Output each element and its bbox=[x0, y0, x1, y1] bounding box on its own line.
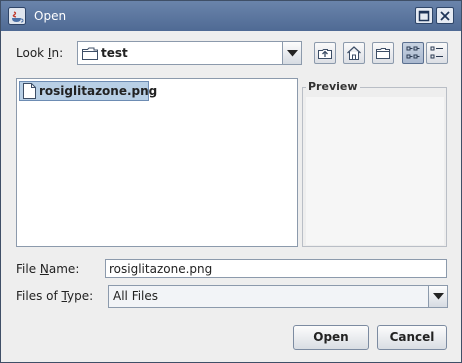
file-type-dropdown-button[interactable] bbox=[428, 285, 448, 308]
file-type-label: Files of Type: bbox=[16, 289, 94, 303]
close-icon bbox=[440, 11, 450, 21]
open-button[interactable]: Open bbox=[293, 325, 369, 350]
file-list[interactable]: rosiglitazone.png bbox=[16, 78, 298, 247]
chevron-down-icon bbox=[287, 50, 298, 57]
chevron-down-icon bbox=[433, 293, 444, 300]
up-one-level-button[interactable] bbox=[314, 42, 336, 64]
close-button[interactable] bbox=[436, 7, 454, 24]
folder-icon bbox=[82, 47, 98, 60]
maximize-button[interactable] bbox=[415, 7, 433, 24]
file-name-field[interactable]: rosiglitazone.png bbox=[105, 259, 447, 278]
file-type-combobox[interactable]: All Files bbox=[108, 285, 448, 308]
title-bar[interactable]: Open bbox=[1, 1, 461, 31]
file-name-label: File Name: bbox=[16, 262, 80, 276]
open-dialog: Open Look In: test rosiglitazone.png Pre… bbox=[0, 0, 462, 363]
up-one-level-icon bbox=[318, 49, 332, 59]
list-view-button[interactable] bbox=[402, 42, 424, 64]
look-in-combobox[interactable]: test bbox=[77, 41, 302, 65]
new-folder-button[interactable] bbox=[372, 42, 394, 64]
file-icon bbox=[23, 83, 36, 99]
preview-title: Preview bbox=[306, 80, 360, 93]
cancel-button[interactable]: Cancel bbox=[377, 325, 447, 350]
new-folder-icon bbox=[376, 48, 390, 59]
details-view-button[interactable] bbox=[426, 42, 448, 64]
look-in-dropdown-button[interactable] bbox=[282, 41, 302, 65]
file-type-value: All Files bbox=[113, 289, 159, 303]
window-title: Open bbox=[34, 9, 67, 23]
details-view-icon bbox=[430, 46, 443, 59]
list-view-icon bbox=[406, 46, 420, 59]
maximize-icon bbox=[418, 10, 430, 22]
home-button[interactable] bbox=[343, 42, 365, 64]
home-icon bbox=[347, 46, 361, 60]
look-in-label: Look In: bbox=[16, 46, 64, 60]
file-list-item[interactable]: rosiglitazone.png bbox=[19, 81, 157, 101]
file-name: rosiglitazone.png bbox=[39, 84, 158, 98]
java-icon bbox=[8, 7, 26, 25]
look-in-value: test bbox=[101, 46, 128, 60]
file-name-field-value: rosiglitazone.png bbox=[109, 262, 213, 276]
preview-area bbox=[306, 97, 444, 245]
